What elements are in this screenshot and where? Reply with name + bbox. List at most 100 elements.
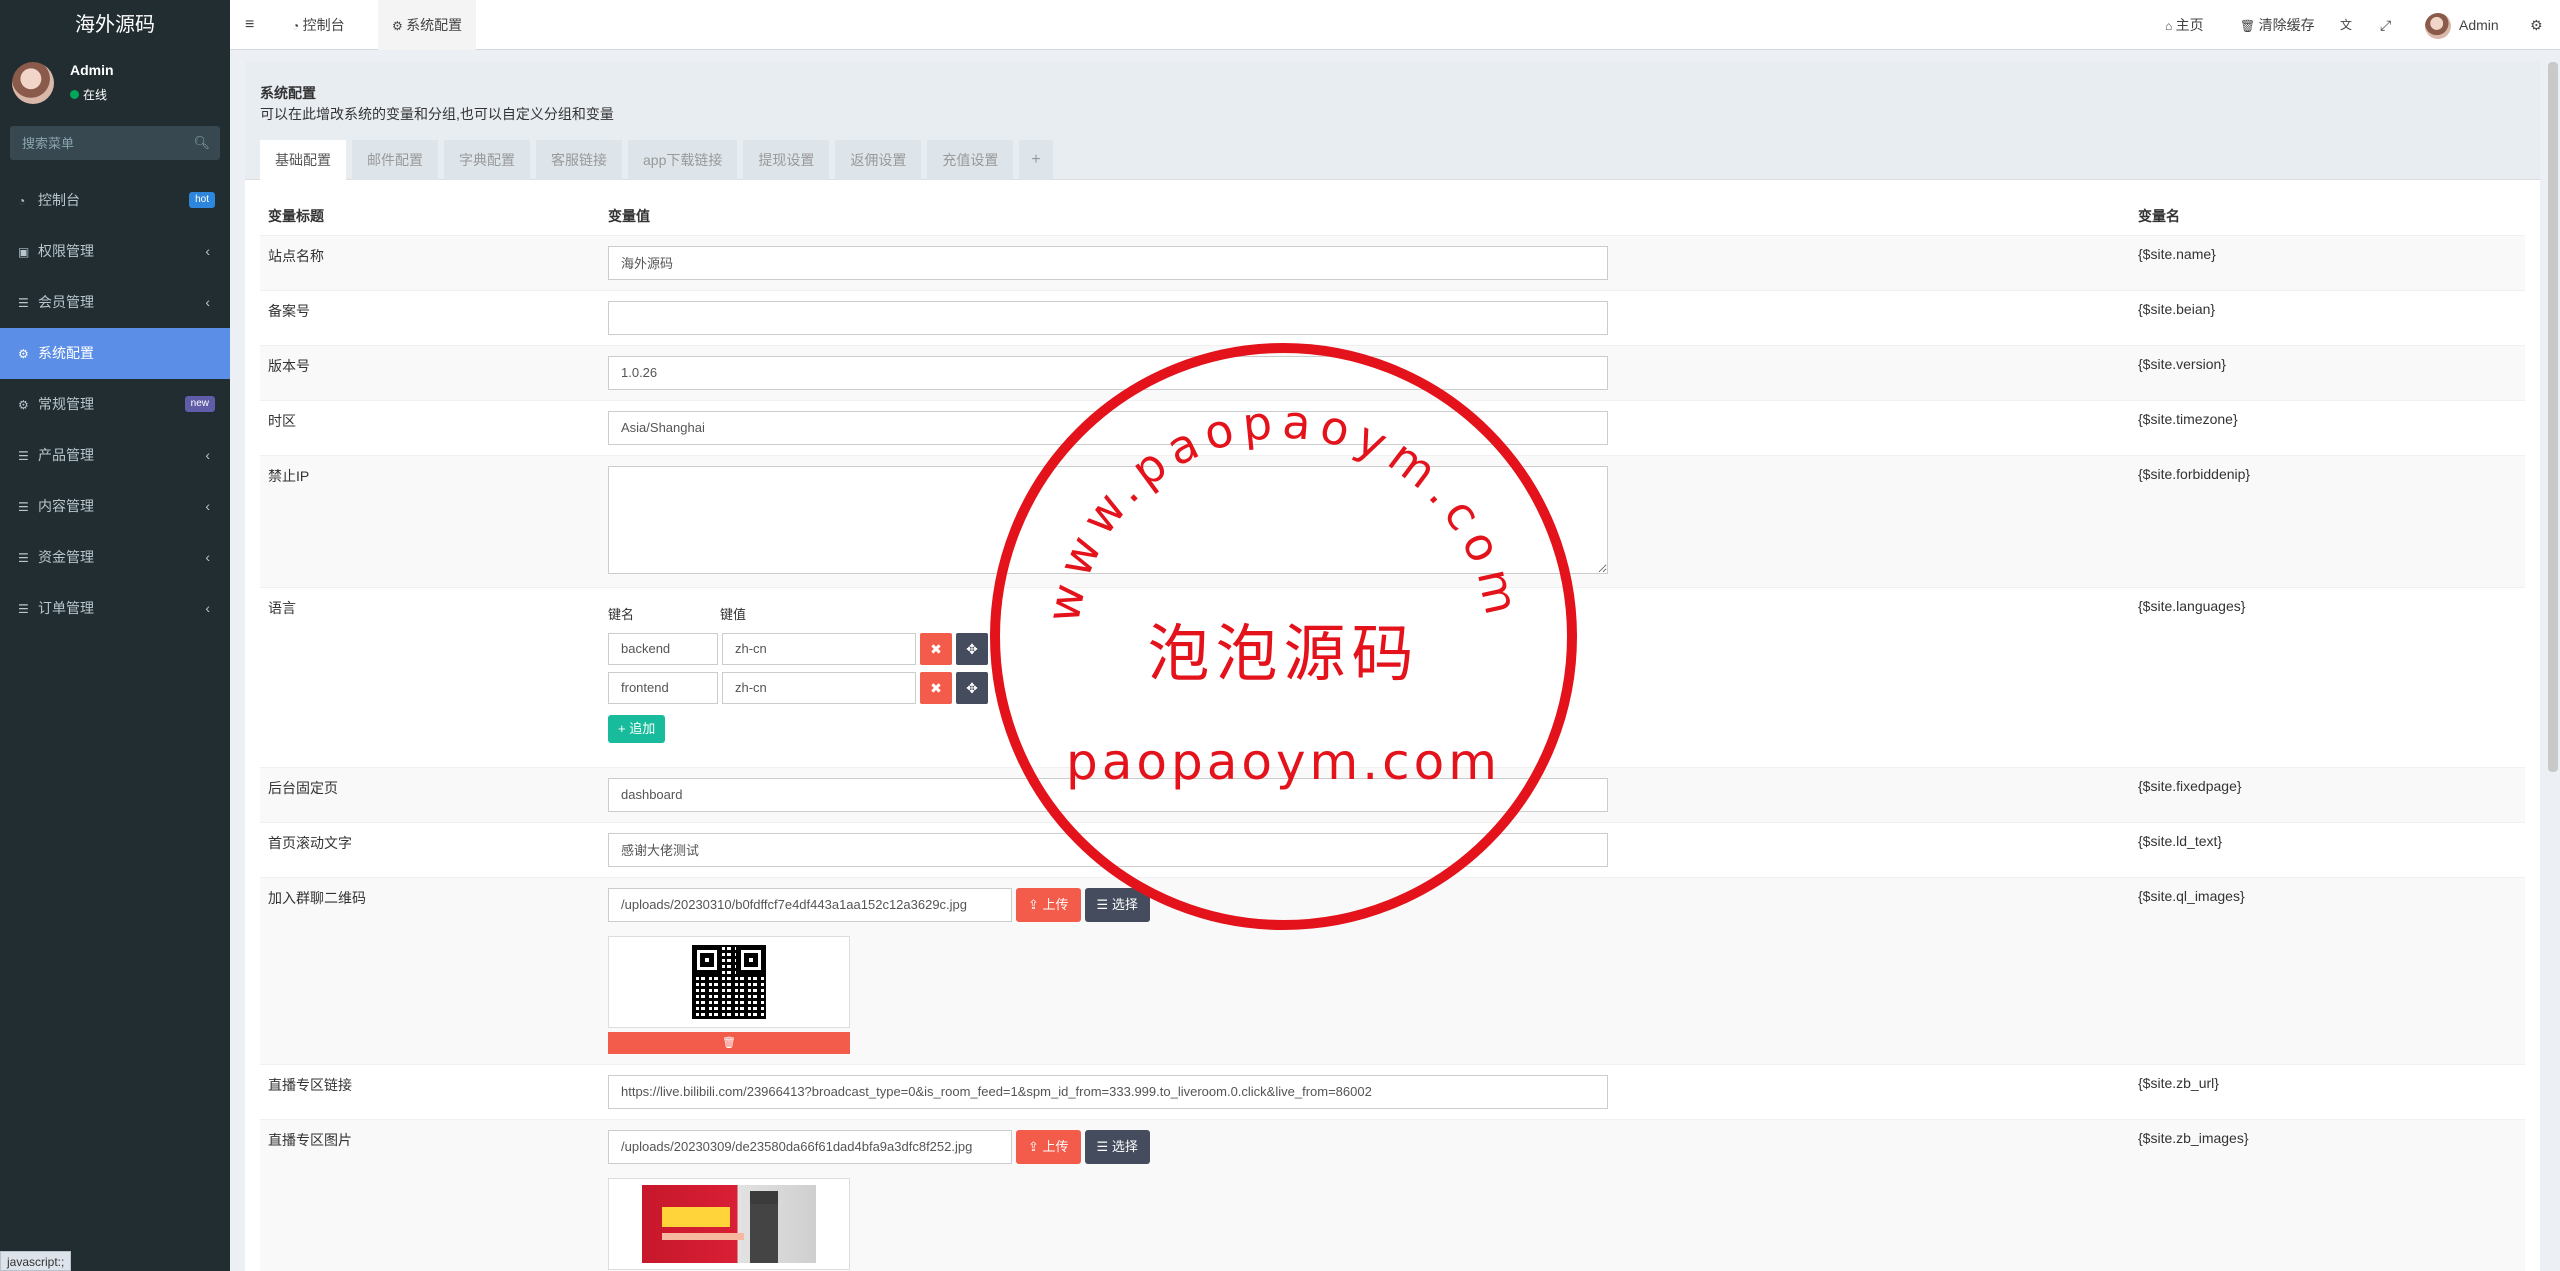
- fixed-page-input[interactable]: [608, 777, 1608, 812]
- settings-icon[interactable]: ⚙: [2530, 0, 2543, 50]
- add-pair-button[interactable]: + 追加: [608, 714, 666, 743]
- version-input[interactable]: [608, 355, 1608, 390]
- file-upload-row: ⇪ 上传 ☰ 选择: [608, 1129, 2122, 1164]
- app-logo[interactable]: 海外源码: [0, 0, 230, 50]
- tab-label: 控制台: [302, 17, 345, 33]
- tab-app-download[interactable]: app下载链接: [628, 140, 738, 180]
- remove-pair-icon[interactable]: ✖: [920, 632, 952, 665]
- dashboard-icon: ◔: [292, 19, 303, 33]
- sidebar-item-label: 系统配置: [38, 345, 94, 361]
- vertical-scrollbar[interactable]: [2548, 62, 2558, 772]
- column-header: 变量值: [608, 207, 650, 224]
- forbidden-ip-textarea[interactable]: [608, 465, 1608, 574]
- sidebar-item-label: 资金管理: [38, 549, 94, 565]
- fullscreen-icon[interactable]: ⤢: [2380, 0, 2391, 50]
- table-row: 时区 {$site.timezone}: [260, 399, 2525, 455]
- key-input[interactable]: [608, 632, 718, 665]
- tab-dictionary[interactable]: 字典配置: [444, 140, 530, 180]
- tab-dashboard[interactable]: ◔ 控制台: [292, 0, 345, 50]
- gear-icon: ⚙: [18, 347, 29, 361]
- sidebar-toggle-icon[interactable]: ≡: [245, 0, 254, 50]
- row-variable: {$site.ql_images}: [2130, 876, 2525, 1064]
- sidebar-item-dashboard[interactable]: ◔ 控制台 hot: [0, 175, 230, 226]
- table-row: 语言 键名 键值 ✖ ✥ ✖ ✥ + 追加 {$site.languages}: [260, 586, 2525, 767]
- list-icon: ☰: [1096, 896, 1112, 912]
- table-row: 版本号 {$site.version}: [260, 344, 2525, 400]
- group-icon: ▣: [18, 245, 30, 259]
- tab-system-config[interactable]: ⚙ 系统配置: [378, 0, 477, 50]
- browser-status-bar: javascript:;: [0, 1251, 72, 1271]
- translate-icon[interactable]: 文: [2340, 0, 2352, 50]
- delete-image-icon[interactable]: 🗑︎: [608, 1031, 850, 1054]
- panel-description: 可以在此增改系统的变量和分组,也可以自定义分组和变量: [260, 106, 614, 122]
- tab-recharge[interactable]: 充值设置: [927, 140, 1014, 180]
- sidebar-item-order[interactable]: ☰ 订单管理 ‹: [0, 583, 230, 634]
- config-tabs: 基础配置 邮件配置 字典配置 客服链接 app下载链接 提现设置 返佣设置 充值…: [260, 140, 1059, 180]
- chevron-left-icon: ‹: [205, 600, 210, 616]
- avatar: [12, 62, 54, 104]
- value-label: 键值: [720, 606, 747, 622]
- tab-service-link[interactable]: 客服链接: [536, 140, 622, 180]
- row-title: 版本号: [260, 344, 600, 400]
- app-root: 海外源码 Admin 在线 🔍︎ ◔控制台hot ▣权限管理‹ ☰会员管理‹ ⚙…: [0, 0, 2560, 1271]
- tab-label: 系统配置: [406, 17, 463, 33]
- cogs-icon: ⚙: [18, 398, 29, 412]
- select-button[interactable]: ☰ 选择: [1084, 1129, 1150, 1164]
- list-icon: ☰: [1096, 1138, 1112, 1154]
- value-input[interactable]: [722, 632, 916, 665]
- sidebar-item-label: 权限管理: [38, 243, 94, 259]
- upload-button[interactable]: ⇪ 上传: [1016, 1129, 1081, 1164]
- add-tab-button[interactable]: +: [1019, 140, 1053, 180]
- drag-handle-icon[interactable]: ✥: [956, 671, 988, 704]
- panel-header: 系统配置 可以在此增改系统的变量和分组,也可以自定义分组和变量 基础配置 邮件配…: [245, 62, 2540, 180]
- live-thumbnail[interactable]: [608, 1177, 850, 1270]
- search-icon[interactable]: 🔍︎: [193, 135, 210, 151]
- drag-handle-icon[interactable]: ✥: [956, 632, 988, 665]
- tab-commission[interactable]: 返佣设置: [835, 140, 922, 180]
- clear-cache-label: 清除缓存: [2258, 17, 2315, 33]
- sidebar-menu: ◔ 控制台 hot ▣ 权限管理 ‹ ☰ 会员管理 ‹ ⚙ 系统配置 ⚙ 常规管理 new ☰ 产品…: [0, 175, 230, 634]
- live-image-path-input[interactable]: [608, 1129, 1012, 1164]
- table-row: 站点名称 {$site.name}: [260, 234, 2525, 290]
- sidebar-item-content[interactable]: ☰ 内容管理 ‹: [0, 481, 230, 532]
- sidebar-item-finance[interactable]: ☰ 资金管理 ‹: [0, 532, 230, 583]
- upload-button[interactable]: ⇪ 上传: [1016, 887, 1081, 922]
- beian-input[interactable]: [608, 300, 1608, 335]
- scroll-text-input[interactable]: [608, 832, 1608, 867]
- row-title: 时区: [260, 399, 600, 455]
- home-link[interactable]: ⌂ 主页: [2165, 0, 2204, 50]
- value-input[interactable]: [722, 671, 916, 704]
- menu-search-input[interactable]: [10, 126, 190, 160]
- sidebar-item-auth[interactable]: ▣ 权限管理 ‹: [0, 226, 230, 277]
- list-icon: ☰: [18, 551, 29, 565]
- sidebar-item-product[interactable]: ☰ 产品管理 ‹: [0, 430, 230, 481]
- tab-email[interactable]: 邮件配置: [352, 140, 438, 180]
- timezone-input[interactable]: [608, 410, 1608, 445]
- live-url-input[interactable]: [608, 1074, 1608, 1109]
- key-input[interactable]: [608, 671, 718, 704]
- remove-pair-icon[interactable]: ✖: [920, 671, 952, 704]
- qr-image-path-input[interactable]: [608, 887, 1012, 922]
- qr-thumbnail[interactable]: [608, 935, 850, 1028]
- user-name: Admin: [70, 62, 114, 78]
- row-variable: {$site.version}: [2130, 344, 2525, 400]
- row-title: 后台固定页: [260, 766, 600, 822]
- sidebar-item-label: 常规管理: [38, 396, 94, 412]
- sidebar-item-label: 会员管理: [38, 294, 94, 310]
- key-label: 键名: [608, 606, 635, 622]
- select-button[interactable]: ☰ 选择: [1084, 887, 1150, 922]
- tab-basic[interactable]: 基础配置: [260, 140, 346, 180]
- clear-cache-button[interactable]: 🗑︎ 清除缓存: [2240, 0, 2315, 50]
- row-title: 站点名称: [260, 234, 600, 290]
- column-header: 变量名: [2138, 207, 2180, 224]
- sidebar-item-system-config[interactable]: ⚙ 系统配置: [0, 328, 230, 379]
- user-menu[interactable]: Admin: [2425, 0, 2499, 50]
- table-header-row: 变量标题 变量值 变量名: [260, 197, 2525, 235]
- tab-withdraw[interactable]: 提现设置: [743, 140, 830, 180]
- add-pair-label: 追加: [629, 720, 656, 736]
- sidebar-item-member[interactable]: ☰ 会员管理 ‹: [0, 277, 230, 328]
- chevron-left-icon: ‹: [205, 498, 210, 514]
- avatar: [2425, 13, 2451, 40]
- site-name-input[interactable]: [608, 245, 1608, 280]
- sidebar-item-general[interactable]: ⚙ 常规管理 new: [0, 379, 230, 430]
